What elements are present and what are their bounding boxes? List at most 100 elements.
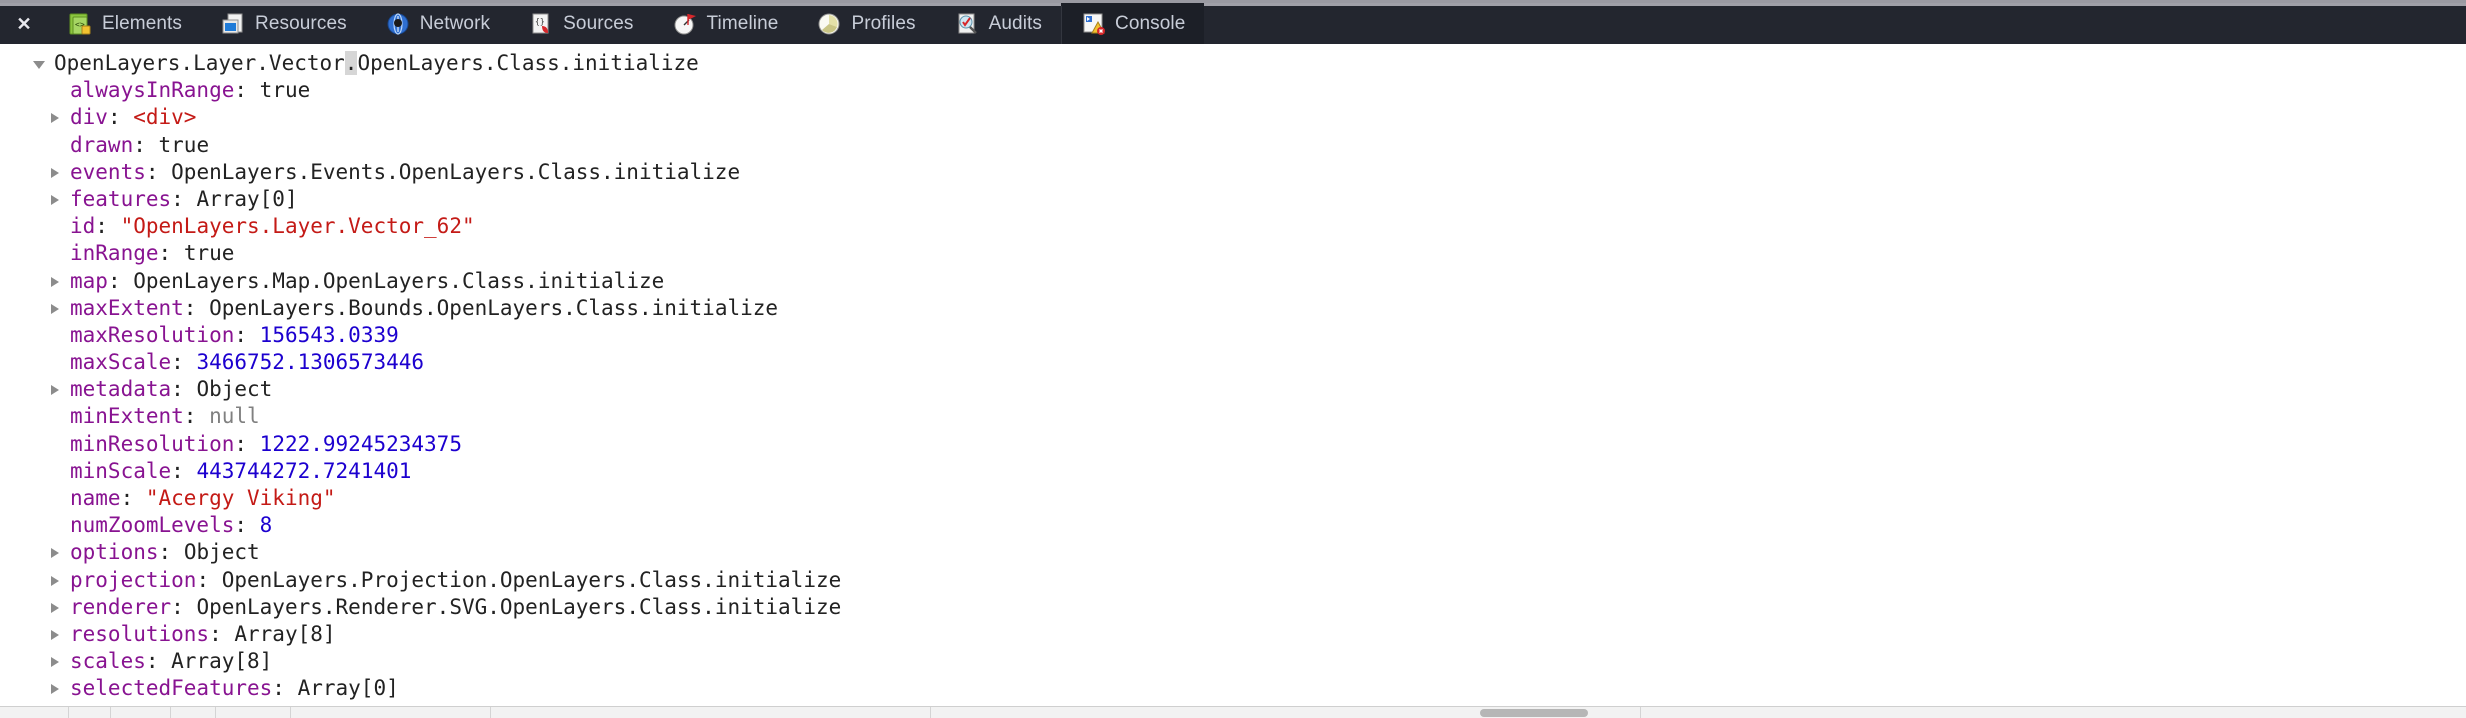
property-separator: : <box>171 186 197 211</box>
property-name: maxScale <box>70 350 172 375</box>
object-property-row[interactable]: minResolution: 1222.99245234375 <box>0 431 2466 458</box>
tab-label: Elements <box>102 12 183 34</box>
property-value: OpenLayers.Projection.OpenLayers.Class.i… <box>221 567 842 592</box>
object-property-row[interactable]: map: OpenLayers.Map.OpenLayers.Class.ini… <box>0 268 2466 295</box>
svg-text:{}: {} <box>535 17 545 26</box>
object-property-row[interactable]: events: OpenLayers.Events.OpenLayers.Cla… <box>0 159 2466 186</box>
scrollbar-tick <box>930 707 931 718</box>
property-separator: : <box>171 594 197 619</box>
property-name: id <box>70 214 96 239</box>
property-name: drawn <box>70 132 134 157</box>
object-property-row[interactable]: drawn: true <box>0 132 2466 159</box>
property-name: minExtent <box>70 404 184 429</box>
disclosure-triangle-closed-icon[interactable] <box>48 376 68 403</box>
horizontal-scrollbar[interactable] <box>0 706 2466 718</box>
close-button[interactable]: ✕ <box>0 3 48 44</box>
property-value: 156543.0339 <box>259 322 399 347</box>
object-property-row[interactable]: id: "OpenLayers.Layer.Vector_62" <box>0 213 2466 240</box>
property-value: Object <box>183 540 260 565</box>
property-name: minResolution <box>70 431 235 456</box>
disclosure-triangle-closed-icon[interactable] <box>48 648 68 675</box>
object-property-row[interactable]: scales: Array[8] <box>0 648 2466 675</box>
object-property-row[interactable]: metadata: Object <box>0 376 2466 403</box>
object-property-row[interactable]: minExtent: null <box>0 403 2466 430</box>
property-name: inRange <box>70 241 159 266</box>
property-separator: : <box>234 513 260 538</box>
property-separator: : <box>133 132 159 157</box>
object-tree-root-row[interactable]: OpenLayers.Layer.Vector.OpenLayers.Class… <box>0 50 2466 77</box>
object-property-row[interactable]: name: "Acergy Viking" <box>0 485 2466 512</box>
tab-label: Timeline <box>706 12 779 34</box>
tab-profiles[interactable]: Profiles <box>797 3 934 44</box>
timeline-icon <box>672 11 698 37</box>
property-name: alwaysInRange <box>70 78 235 103</box>
disclosure-triangle-closed-icon[interactable] <box>48 539 68 566</box>
property-value: "OpenLayers.Layer.Vector_62" <box>120 214 475 239</box>
scrollbar-tick <box>110 707 111 718</box>
object-property-row[interactable]: selectedFeatures: Array[0] <box>0 675 2466 702</box>
object-property-row[interactable]: projection: OpenLayers.Projection.OpenLa… <box>0 567 2466 594</box>
object-property-row[interactable]: numZoomLevels: 8 <box>0 512 2466 539</box>
property-name: events <box>70 159 146 184</box>
property-separator: : <box>171 350 197 375</box>
tab-sources[interactable]: {} Sources <box>509 3 652 44</box>
disclosure-triangle-closed-icon[interactable] <box>48 104 68 131</box>
property-separator: : <box>234 78 260 103</box>
disclosure-triangle-closed-icon[interactable] <box>48 295 68 322</box>
property-value: true <box>259 78 311 103</box>
scrollbar-tick <box>170 707 171 718</box>
property-separator: : <box>183 404 210 429</box>
object-property-row[interactable]: minScale: 443744272.7241401 <box>0 458 2466 485</box>
disclosure-triangle-closed-icon[interactable] <box>48 567 68 594</box>
property-separator: : <box>107 105 134 130</box>
property-value: 3466752.1306573446 <box>196 350 425 375</box>
tab-console[interactable]: Console <box>1061 3 1205 44</box>
object-property-row[interactable]: options: Object <box>0 539 2466 566</box>
disclosure-triangle-closed-icon[interactable] <box>48 675 68 702</box>
property-value: 8 <box>259 513 273 538</box>
property-separator: : <box>234 431 260 456</box>
disclosure-triangle-closed-icon[interactable] <box>48 268 68 295</box>
property-name: features <box>70 186 172 211</box>
property-value: 443744272.7241401 <box>196 458 412 483</box>
object-property-row[interactable]: resolutions: Array[8] <box>0 621 2466 648</box>
object-property-row[interactable]: alwaysInRange: true <box>0 77 2466 104</box>
object-property-row[interactable]: inRange: true <box>0 240 2466 267</box>
disclosure-triangle-closed-icon[interactable] <box>48 621 68 648</box>
object-property-row[interactable]: maxExtent: OpenLayers.Bounds.OpenLayers.… <box>0 295 2466 322</box>
tab-resources[interactable]: Resources <box>201 3 366 44</box>
property-value: Array[0] <box>297 676 399 701</box>
property-separator: : <box>145 159 172 184</box>
tab-timeline[interactable]: Timeline <box>653 3 798 44</box>
tab-network[interactable]: Network <box>366 3 509 44</box>
property-value: true <box>158 132 210 157</box>
property-value: <div> <box>133 105 197 130</box>
disclosure-triangle-closed-icon[interactable] <box>48 186 68 213</box>
scrollbar-thumb[interactable] <box>1480 709 1588 717</box>
object-property-row[interactable]: maxResolution: 156543.0339 <box>0 322 2466 349</box>
object-tree-properties: alwaysInRange: true div: <div> drawn: true… <box>0 77 2466 717</box>
tab-audits[interactable]: Audits <box>935 3 1061 44</box>
property-separator: : <box>158 540 184 565</box>
object-property-row[interactable]: maxScale: 3466752.1306573446 <box>0 349 2466 376</box>
root-text-after: OpenLayers.Class.initialize <box>357 51 699 75</box>
tab-label: Console <box>1115 12 1186 34</box>
object-property-row[interactable]: features: Array[0] <box>0 186 2466 213</box>
disclosure-triangle-closed-icon[interactable] <box>48 159 68 186</box>
property-name: renderer <box>70 594 172 619</box>
console-icon <box>1080 11 1106 37</box>
tab-elements[interactable]: <> Elements <box>48 3 201 44</box>
property-name: minScale <box>70 458 172 483</box>
property-separator: : <box>95 214 121 239</box>
property-separator: : <box>107 268 134 293</box>
property-separator: : <box>120 486 146 510</box>
devtools-toolbar: ✕ <> Elements Resources Network {} Sources Tim… <box>0 0 2466 44</box>
disclosure-triangle-open-icon[interactable] <box>32 50 52 77</box>
property-name: div <box>70 105 108 130</box>
object-property-row[interactable]: div: <div> <box>0 104 2466 131</box>
property-separator: : <box>209 621 235 646</box>
property-value: OpenLayers.Events.OpenLayers.Class.initi… <box>171 159 741 184</box>
root-selected-char: . <box>344 51 358 75</box>
disclosure-triangle-closed-icon[interactable] <box>48 594 68 621</box>
object-property-row[interactable]: renderer: OpenLayers.Renderer.SVG.OpenLa… <box>0 594 2466 621</box>
